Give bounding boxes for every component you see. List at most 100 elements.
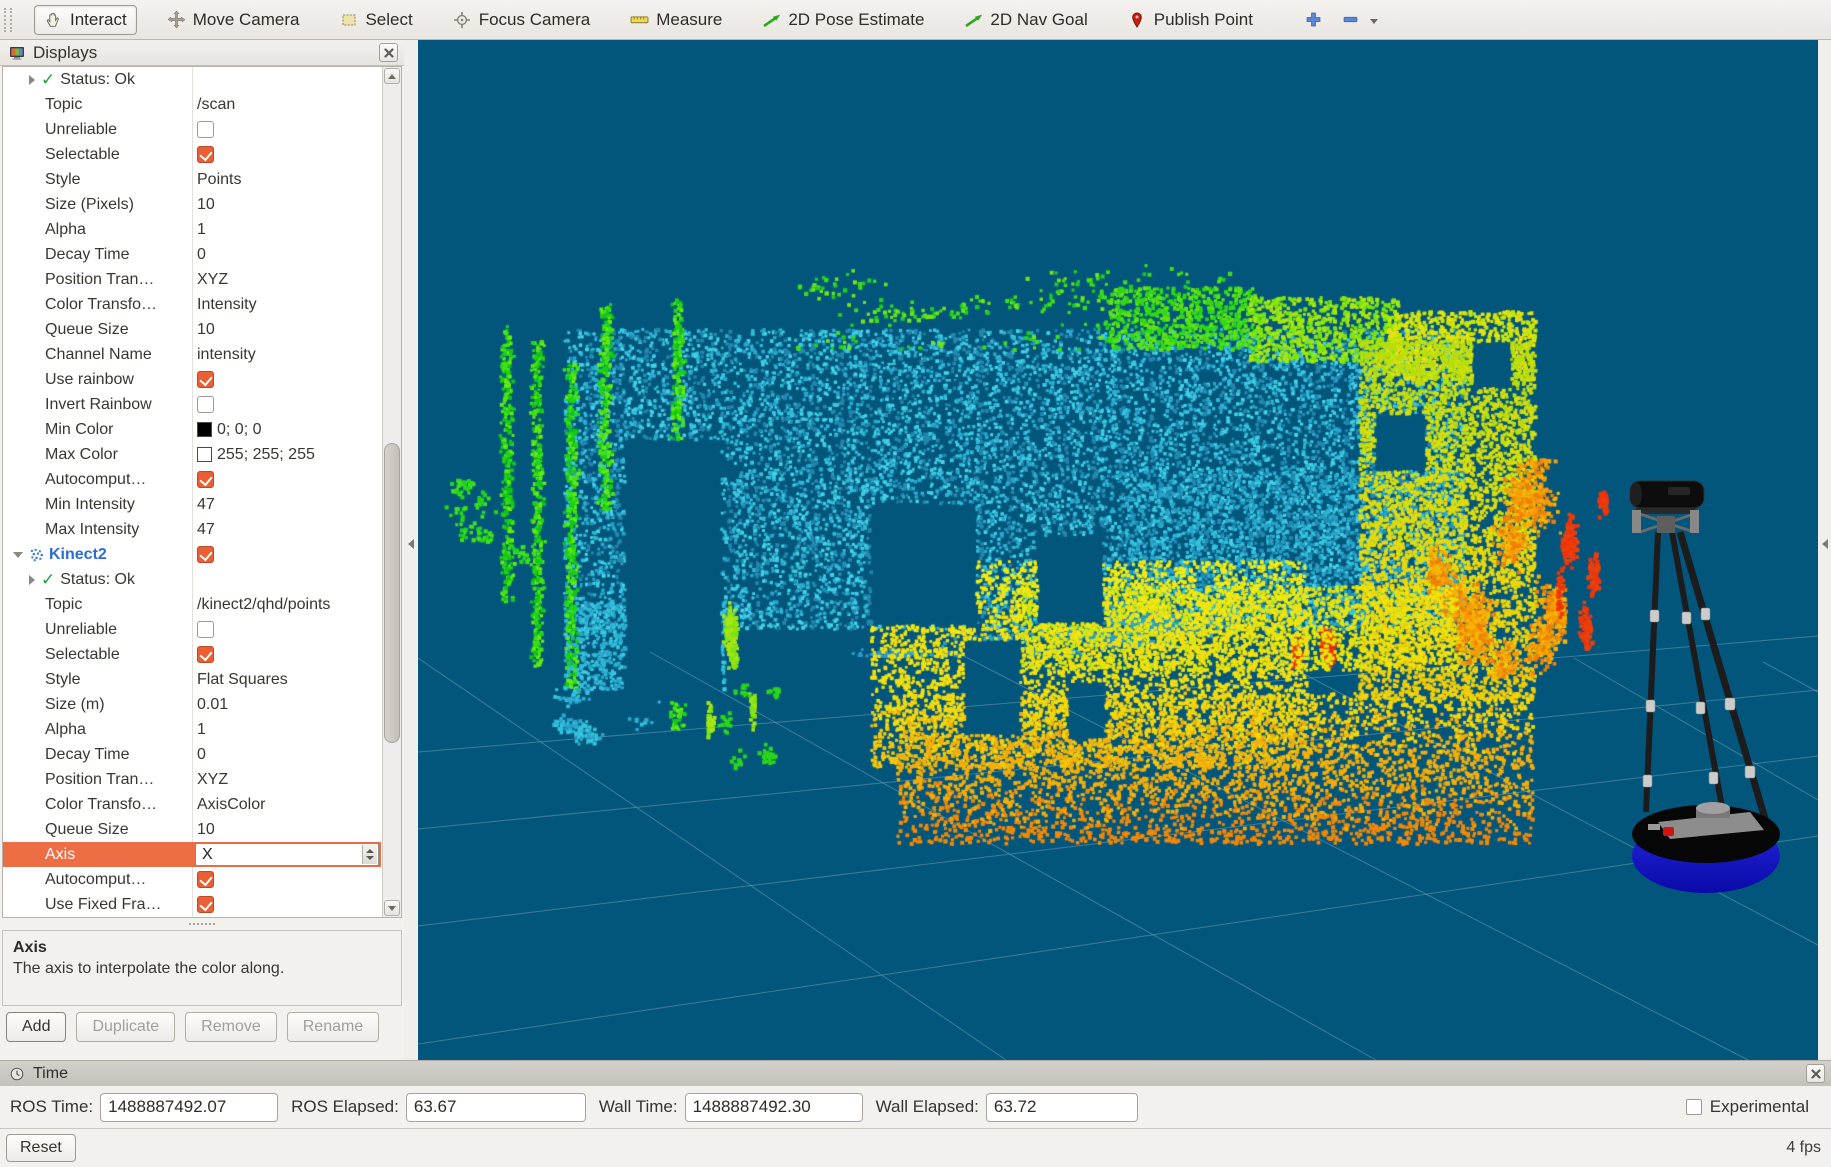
property-value[interactable]: 47 [197,521,215,539]
tree-row-max-color[interactable]: Max Color255; 255; 255 [3,442,381,467]
tree-row-size-pixels-[interactable]: Size (Pixels)10 [3,192,381,217]
color-value[interactable]: 255; 255; 255 [217,446,315,464]
property-value[interactable]: 10 [197,821,215,839]
checkbox[interactable] [197,121,214,138]
checkbox[interactable] [197,546,214,563]
checkbox[interactable] [197,371,214,388]
tree-row-status-ok[interactable]: ✓Status: Ok [3,67,381,92]
remove-tool-button[interactable] [1334,5,1385,34]
tree-row-queue-size[interactable]: Queue Size10 [3,817,381,842]
property-value[interactable]: AxisColor [197,796,265,814]
color-swatch[interactable] [197,422,212,437]
time-field-input-1[interactable] [406,1093,586,1122]
tree-row-alpha[interactable]: Alpha1 [3,717,381,742]
tree-row-style[interactable]: StylePoints [3,167,381,192]
axis-combobox[interactable]: X [195,843,379,866]
tree-row-min-intensity[interactable]: Min Intensity47 [3,492,381,517]
property-value[interactable]: 1 [197,221,206,239]
tool-select[interactable]: Select [329,5,422,35]
tree-row-style[interactable]: StyleFlat Squares [3,667,381,692]
property-value[interactable]: 10 [197,196,215,214]
property-value[interactable]: XYZ [197,771,228,789]
property-value[interactable]: 0 [197,246,206,264]
property-value[interactable]: /kinect2/qhd/points [197,596,330,614]
property-value[interactable]: XYZ [197,271,228,289]
property-value[interactable]: Points [197,171,241,189]
tree-row-status-ok[interactable]: ✓Status: Ok [3,567,381,592]
tree-row-decay-time[interactable]: Decay Time0 [3,242,381,267]
duplicate-button[interactable]: Duplicate [76,1012,175,1042]
spinner-buttons[interactable] [362,845,377,864]
tree-row-min-color[interactable]: Min Color0; 0; 0 [3,417,381,442]
property-value[interactable]: /scan [197,96,235,114]
property-value[interactable]: 0.01 [197,696,228,714]
close-panel-button[interactable] [379,43,398,62]
tree-row-position-tran-[interactable]: Position Tran…XYZ [3,267,381,292]
tree-scrollbar[interactable] [382,67,401,917]
toolbar-grip[interactable] [4,8,12,32]
tool-publish-point[interactable]: Publish Point [1118,5,1263,35]
scroll-down-button[interactable] [384,900,400,916]
color-value[interactable]: 0; 0; 0 [217,421,261,439]
tree-row-invert-rainbow[interactable]: Invert Rainbow [3,392,381,417]
tool-measure[interactable]: Measure [620,5,732,35]
scrollbar-thumb[interactable] [384,443,400,743]
checkbox[interactable] [197,396,214,413]
tree-row-axis[interactable]: AxisX [3,842,381,867]
tool-interact[interactable]: Interact [34,5,137,35]
tree-row-color-transfo-[interactable]: Color Transfo…Intensity [3,292,381,317]
reset-button[interactable]: Reset [6,1134,76,1162]
tree-row-use-rainbow[interactable]: Use rainbow [3,367,381,392]
close-time-panel-button[interactable] [1806,1064,1825,1083]
add-button[interactable]: Add [6,1012,66,1042]
tree-row-unreliable[interactable]: Unreliable [3,617,381,642]
tool-move-camera[interactable]: Move Camera [157,5,310,35]
left-splitter-handle[interactable] [404,40,418,1060]
tree-row-unreliable[interactable]: Unreliable [3,117,381,142]
tree-row-max-intensity[interactable]: Max Intensity47 [3,517,381,542]
tool-focus-camera[interactable]: Focus Camera [443,5,600,35]
checkbox[interactable] [197,471,214,488]
checkbox[interactable] [197,896,214,913]
tree-row-queue-size[interactable]: Queue Size10 [3,317,381,342]
property-value[interactable]: 0 [197,746,206,764]
tree-row-autocomput-[interactable]: Autocomput… [3,467,381,492]
tree-row-topic[interactable]: Topic/kinect2/qhd/points [3,592,381,617]
tree-row-autocomput-[interactable]: Autocomput… [3,867,381,892]
tree-row-kinect2[interactable]: Kinect2 [3,542,381,567]
expander-icon[interactable] [29,75,35,85]
property-value[interactable]: 10 [197,321,215,339]
experimental-checkbox[interactable] [1686,1099,1702,1115]
color-swatch[interactable] [197,447,212,462]
tool-2d-pose-estimate[interactable]: 2D Pose Estimate [752,5,934,35]
property-value[interactable]: Flat Squares [197,671,288,689]
tree-row-topic[interactable]: Topic/scan [3,92,381,117]
panel-splitter[interactable] [0,918,404,930]
tree-row-use-fixed-fra-[interactable]: Use Fixed Fra… [3,892,381,917]
tree-row-color-transfo-[interactable]: Color Transfo…AxisColor [3,792,381,817]
property-value[interactable]: Intensity [197,296,257,314]
tree-row-decay-time[interactable]: Decay Time0 [3,742,381,767]
property-value[interactable]: 1 [197,721,206,739]
checkbox[interactable] [197,621,214,638]
add-tool-button[interactable] [1297,5,1330,34]
tool-2d-nav-goal[interactable]: 2D Nav Goal [954,5,1097,35]
expander-icon[interactable] [29,575,35,585]
property-value[interactable]: 47 [197,496,215,514]
time-field-input-3[interactable] [986,1093,1138,1122]
tree-row-alpha[interactable]: Alpha1 [3,217,381,242]
time-field-input-2[interactable] [685,1093,863,1122]
property-value[interactable]: intensity [197,346,256,364]
remove-button[interactable]: Remove [185,1012,277,1042]
scroll-up-button[interactable] [384,68,400,84]
tree-row-channel-name[interactable]: Channel Nameintensity [3,342,381,367]
tree-row-selectable[interactable]: Selectable [3,642,381,667]
checkbox[interactable] [197,646,214,663]
rename-button[interactable]: Rename [287,1012,379,1042]
checkbox[interactable] [197,871,214,888]
tree-row-position-tran-[interactable]: Position Tran…XYZ [3,767,381,792]
tree-row-size-m-[interactable]: Size (m)0.01 [3,692,381,717]
tree-row-selectable[interactable]: Selectable [3,142,381,167]
expander-icon[interactable] [13,552,23,558]
3d-viewport[interactable] [418,40,1818,1060]
